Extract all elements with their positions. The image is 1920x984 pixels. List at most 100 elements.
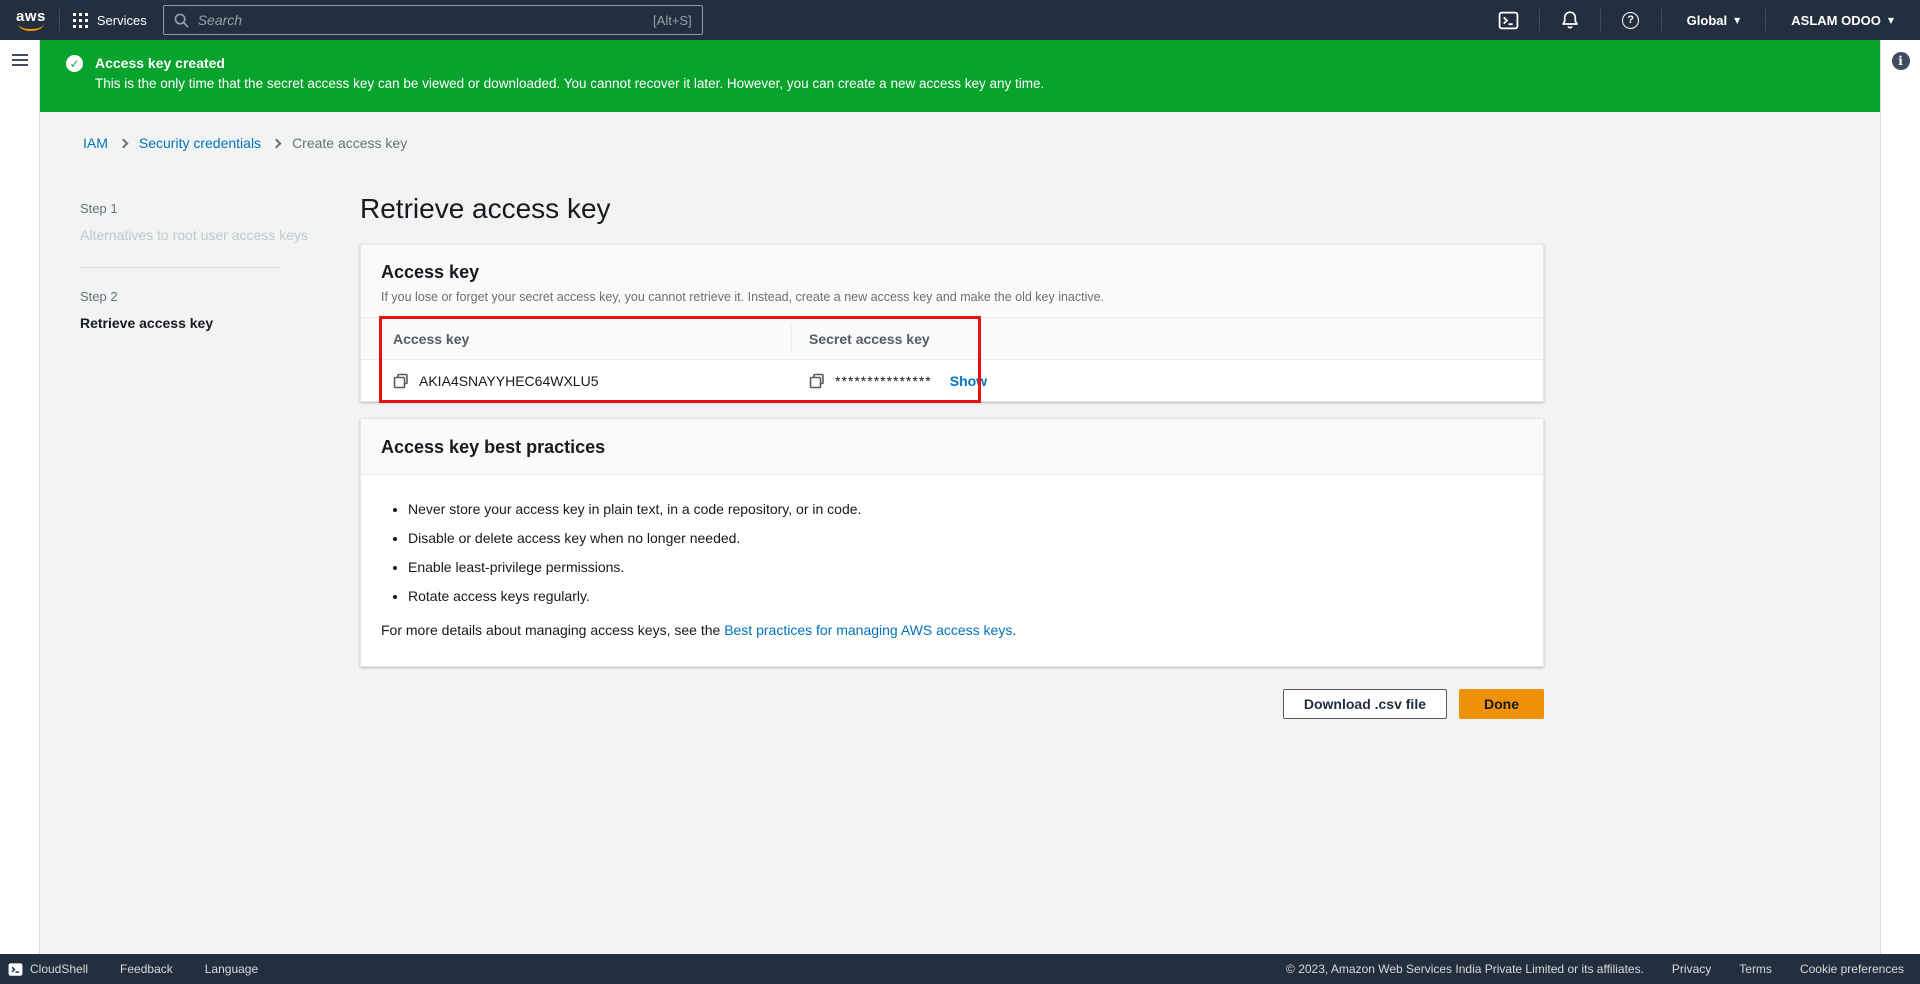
main-content: Retrieve access key Access key If you lo… — [360, 165, 1544, 719]
footer-prefix-text: For more details about managing access k… — [381, 622, 724, 638]
cloudshell-footer-button[interactable]: CloudShell — [8, 962, 88, 977]
divider — [1600, 9, 1601, 31]
page-title: Retrieve access key — [360, 193, 1544, 225]
access-key-column-header: Access key — [393, 331, 469, 347]
download-csv-button[interactable]: Download .csv file — [1283, 689, 1447, 719]
language-button[interactable]: Language — [205, 962, 258, 976]
top-navigation-bar: aws Services [Alt+S] — [0, 0, 1920, 40]
global-search[interactable]: [Alt+S] — [163, 5, 703, 35]
chevron-down-icon: ▼ — [1888, 16, 1894, 25]
divider — [59, 9, 60, 31]
copy-icon — [809, 373, 825, 389]
banner-description: This is the only time that the secret ac… — [95, 73, 1044, 94]
action-buttons: Download .csv file Done — [360, 689, 1544, 719]
feedback-button[interactable]: Feedback — [120, 962, 173, 976]
breadcrumb-current: Create access key — [292, 135, 407, 151]
search-shortcut-hint: [Alt+S] — [653, 13, 692, 28]
access-key-table-header: Access key Secret access key — [361, 318, 1543, 360]
access-key-card: Access key If you lose or forget your se… — [360, 244, 1544, 402]
footer-suffix-text: . — [1012, 622, 1016, 638]
breadcrumb-security-credentials[interactable]: Security credentials — [139, 135, 261, 151]
step-2: Step 2 Retrieve access key — [80, 289, 320, 334]
grid-icon — [73, 13, 88, 28]
secret-access-key-masked: *************** — [835, 373, 932, 389]
access-key-card-description: If you lose or forget your secret access… — [381, 290, 1523, 304]
cloudshell-terminal-icon — [8, 962, 23, 977]
best-practices-title: Access key best practices — [381, 437, 1523, 458]
step-1: Step 1 Alternatives to root user access … — [80, 201, 320, 246]
privacy-link[interactable]: Privacy — [1672, 962, 1711, 976]
aws-smile-icon — [18, 23, 44, 31]
step-2-label: Step 2 — [80, 289, 320, 304]
access-key-table: Access key Secret access key — [361, 318, 1543, 401]
right-info-rail: i — [1880, 40, 1920, 954]
cookie-preferences-link[interactable]: Cookie preferences — [1800, 962, 1904, 976]
copy-secret-key-button[interactable] — [809, 373, 825, 389]
cloudshell-button[interactable] — [1492, 5, 1526, 35]
region-label: Global — [1687, 13, 1727, 28]
step-2-title: Retrieve access key — [80, 313, 320, 334]
success-banner: ✓ Access key created This is the only ti… — [40, 40, 1880, 112]
search-input[interactable] — [198, 12, 653, 28]
left-sidebar-rail — [0, 40, 40, 954]
best-practice-item: Disable or delete access key when no lon… — [408, 530, 1523, 546]
best-practices-card-header: Access key best practices — [361, 419, 1543, 475]
best-practice-item: Rotate access keys regularly. — [408, 588, 1523, 604]
copyright-text: © 2023, Amazon Web Services India Privat… — [1286, 962, 1644, 976]
success-banner-text: Access key created This is the only time… — [95, 53, 1044, 112]
footer-right: © 2023, Amazon Web Services India Privat… — [1286, 962, 1904, 976]
best-practices-card: Access key best practices Never store yo… — [360, 418, 1544, 667]
services-label: Services — [97, 13, 147, 28]
step-1-title: Alternatives to root user access keys — [80, 225, 320, 246]
best-practices-footer: For more details about managing access k… — [381, 622, 1523, 638]
aws-logo-text: aws — [16, 10, 46, 24]
copy-icon — [393, 373, 409, 389]
steps-divider — [80, 267, 280, 268]
question-mark-icon: ? — [1622, 12, 1639, 29]
language-label: Language — [205, 962, 258, 976]
banner-title: Access key created — [95, 53, 1044, 73]
account-menu[interactable]: ASLAM ODOO ▼ — [1779, 13, 1906, 28]
aws-logo[interactable]: aws — [16, 10, 46, 31]
cloudshell-footer-label: CloudShell — [30, 962, 88, 976]
copy-access-key-button[interactable] — [393, 373, 409, 389]
search-icon — [174, 13, 189, 28]
breadcrumb: IAM Security credentials Create access k… — [40, 112, 1880, 165]
region-selector[interactable]: Global ▼ — [1675, 13, 1753, 28]
show-secret-link[interactable]: Show — [950, 373, 987, 389]
help-button[interactable]: ? — [1614, 5, 1648, 35]
cloudshell-terminal-icon — [1498, 10, 1519, 31]
account-label: ASLAM ODOO — [1791, 13, 1881, 28]
divider — [1661, 9, 1662, 31]
access-key-row: AKIA4SNAYYHEC64WXLU5 *************** Sho… — [361, 360, 1543, 401]
best-practices-list: Never store your access key in plain tex… — [381, 501, 1523, 604]
topbar-right-cluster: ? Global ▼ ASLAM ODOO ▼ — [1492, 5, 1906, 35]
column-divider — [791, 325, 792, 353]
services-menu-button[interactable]: Services — [73, 13, 147, 28]
app-shell: i ✓ Access key created This is the only … — [0, 40, 1920, 954]
access-key-value: AKIA4SNAYYHEC64WXLU5 — [419, 373, 598, 389]
wizard-steps-nav: Step 1 Alternatives to root user access … — [80, 165, 320, 719]
chevron-right-icon — [118, 138, 128, 148]
divider — [1539, 9, 1540, 31]
divider — [1765, 9, 1766, 31]
done-button[interactable]: Done — [1459, 689, 1544, 719]
secret-access-key-column-header: Secret access key — [809, 331, 930, 347]
feedback-label: Feedback — [120, 962, 173, 976]
terms-link[interactable]: Terms — [1739, 962, 1772, 976]
best-practice-item: Never store your access key in plain tex… — [408, 501, 1523, 517]
hamburger-menu-icon[interactable] — [12, 54, 28, 66]
notifications-button[interactable] — [1553, 5, 1587, 35]
access-key-card-title: Access key — [381, 262, 1523, 283]
info-panel-icon[interactable]: i — [1892, 52, 1910, 70]
step-1-label: Step 1 — [80, 201, 320, 216]
bell-icon — [1560, 10, 1580, 30]
breadcrumb-iam[interactable]: IAM — [83, 135, 108, 151]
footer-bar: CloudShell Feedback Language © 2023, Ama… — [0, 954, 1920, 984]
access-key-card-header: Access key If you lose or forget your se… — [361, 245, 1543, 318]
content-row: Step 1 Alternatives to root user access … — [40, 165, 1880, 719]
best-practice-item: Enable least-privilege permissions. — [408, 559, 1523, 575]
best-practices-link[interactable]: Best practices for managing AWS access k… — [724, 622, 1012, 638]
chevron-down-icon: ▼ — [1734, 16, 1740, 25]
check-circle-icon: ✓ — [66, 55, 83, 72]
